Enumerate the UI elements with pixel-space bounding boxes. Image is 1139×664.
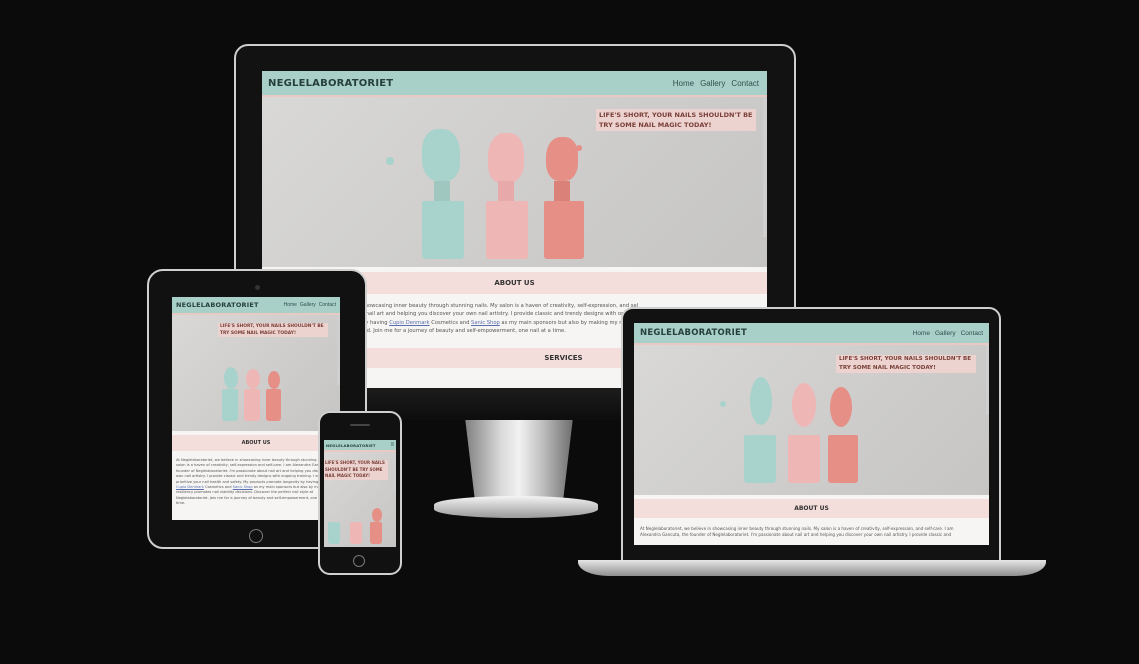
scrollbar[interactable] [337, 315, 340, 385]
nav-home-link[interactable]: Home [284, 302, 297, 308]
scrollbar[interactable] [763, 97, 767, 237]
hero-tagline: LIFE'S SHORT, YOUR NAILS SHOULDN'T BE TR… [836, 355, 976, 373]
site-navbar: NEGLELABORATORIET Home Gallery Contact [172, 297, 340, 315]
hero-tagline: LIFE'S SHORT, YOUR NAILS SHOULDN'T BE TR… [596, 109, 756, 131]
hamburger-menu-icon[interactable]: ≡ [390, 442, 394, 448]
about-heading: ABOUT US [172, 435, 340, 451]
phone-speaker [350, 424, 370, 426]
polish-splash-teal [224, 367, 238, 389]
sponsor-link-sanic[interactable]: Sanic Shop [233, 485, 253, 489]
laptop-site: NEGLELABORATORIET Home Gallery Contact L… [634, 323, 989, 545]
site-logo[interactable]: NEGLELABORATORIET [640, 328, 747, 338]
polish-drop [720, 401, 726, 407]
hero-image: LIFE'S SHORT, YOUR NAILS SHOULDN'T BE TR… [262, 97, 767, 267]
polish-splash-pink [246, 369, 260, 389]
bottle-teal [422, 201, 464, 259]
site-logo[interactable]: NEGLELABORATORIET [268, 78, 393, 89]
bottle-coral [266, 389, 281, 421]
bottle-teal [744, 435, 776, 483]
nav-contact-link[interactable]: Contact [319, 302, 336, 308]
polish-splash-teal [750, 377, 772, 425]
sponsor-link-cupio[interactable]: Cupio Denmark [176, 485, 204, 489]
bottle-teal [328, 522, 340, 544]
phone-home-button[interactable] [353, 555, 365, 567]
bottle-neck [498, 181, 514, 203]
bottle-pink [788, 435, 820, 483]
bottle-pink [486, 201, 528, 259]
polish-drop [386, 157, 394, 165]
bottle-teal [222, 389, 238, 421]
hero-image: LIFE'S SHORT, YOUR NAILS SHOULDN'T BE TR… [634, 345, 989, 495]
nav-contact-link[interactable]: Contact [961, 330, 983, 337]
bottle-pink [350, 522, 362, 544]
bottle-pink [244, 389, 260, 421]
bottle-coral [544, 201, 584, 259]
phone-site: NEGLELABORATORIET ≡ LIFE'S SHORT, YOUR N… [324, 440, 396, 547]
about-heading: ABOUT US [634, 499, 989, 518]
site-navbar: NEGLELABORATORIET Home Gallery Contact [634, 323, 989, 345]
site-navbar: NEGLELABORATORIET Home Gallery Contact [262, 71, 767, 97]
bottle-coral [828, 435, 858, 483]
nav-home-link[interactable]: Home [673, 79, 694, 88]
bottle-neck [554, 181, 570, 203]
nav-gallery-link[interactable]: Gallery [300, 302, 316, 308]
monitor-stand [465, 420, 573, 502]
bottle-neck [434, 181, 450, 203]
polish-splash-coral [830, 387, 852, 427]
tablet-camera [255, 285, 260, 290]
about-text: At Neglelaboratoriet, we believe in show… [640, 526, 954, 538]
hero-image: LIFE'S SHORT, YOUR NAILS SHOULDN'T BE TR… [172, 315, 340, 431]
bottle-coral [370, 522, 382, 544]
polish-splash-teal [422, 129, 460, 181]
nav-gallery-link[interactable]: Gallery [700, 79, 725, 88]
site-logo[interactable]: NEGLELABORATORIET [176, 301, 259, 309]
site-navbar: NEGLELABORATORIET ≡ [324, 440, 396, 452]
sponsor-link-cupio[interactable]: Cupio Denmark [389, 320, 429, 326]
polish-splash-coral [546, 137, 578, 181]
polish-splash-coral [372, 508, 382, 522]
nav-contact-link[interactable]: Contact [731, 79, 759, 88]
about-text: At Neglelaboratoriet, we believe in show… [176, 458, 335, 506]
polish-drop [576, 145, 582, 151]
polish-splash-pink [792, 383, 816, 427]
site-logo[interactable]: NEGLELABORATORIET [326, 443, 376, 448]
nav-gallery-link[interactable]: Gallery [935, 330, 956, 337]
hero-tagline: LIFE'S SHORT, YOUR NAILS SHOULDN'T BE TR… [324, 460, 388, 480]
tablet-home-button[interactable] [249, 529, 263, 543]
polish-splash-pink [488, 133, 524, 183]
laptop-base [578, 560, 1046, 576]
polish-splash-coral [268, 371, 280, 389]
scrollbar[interactable] [394, 452, 396, 492]
hero-image: LIFE'S SHORT, YOUR NAILS SHOULDN'T BE TR… [324, 452, 396, 547]
tablet-site: NEGLELABORATORIET Home Gallery Contact L… [172, 297, 340, 520]
scrollbar[interactable] [986, 345, 989, 415]
nav-home-link[interactable]: Home [913, 330, 930, 337]
sponsor-link-sanic[interactable]: Sanic Shop [471, 320, 500, 326]
hero-tagline: LIFE'S SHORT, YOUR NAILS SHOULDN'T BE TR… [218, 323, 328, 337]
monitor-stand-base [434, 496, 598, 518]
